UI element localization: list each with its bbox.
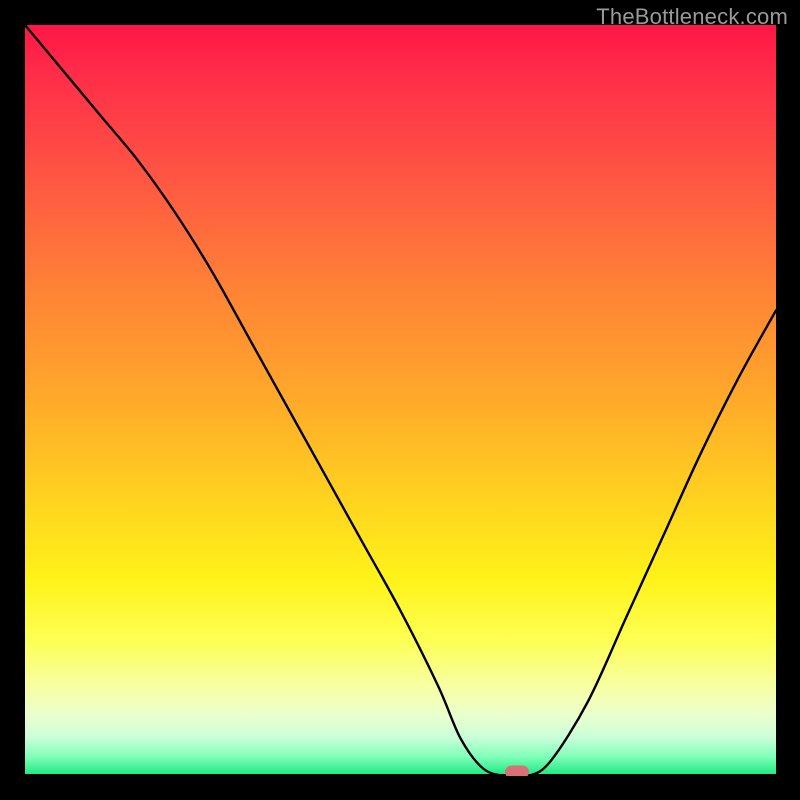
optimal-point-marker <box>505 766 529 776</box>
watermark-text: TheBottleneck.com <box>596 4 788 30</box>
chart-frame: TheBottleneck.com <box>0 0 800 800</box>
bottleneck-curve <box>25 25 776 776</box>
plot-area <box>25 25 776 776</box>
